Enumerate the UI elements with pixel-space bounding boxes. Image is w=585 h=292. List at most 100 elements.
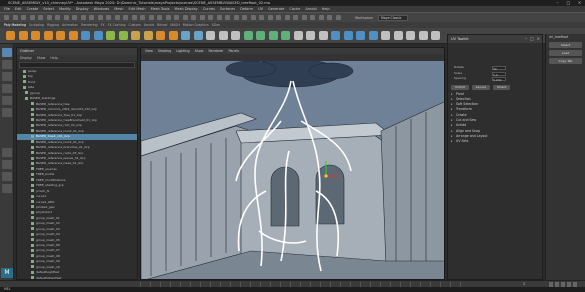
status-line-icon[interactable] [114, 15, 120, 20]
status-line-icon[interactable] [182, 15, 188, 20]
uv-action-button[interactable]: Layout [471, 84, 490, 90]
rotate-tool-icon[interactable] [2, 96, 12, 105]
status-line-icon[interactable] [21, 15, 26, 20]
shelf-tool-icon[interactable] [168, 31, 178, 40]
status-line-icon[interactable] [131, 15, 137, 20]
status-line-icon[interactable] [157, 15, 162, 20]
status-line-icon[interactable] [267, 15, 273, 20]
scale-tool-icon[interactable] [2, 108, 12, 117]
attribute-button[interactable]: Load [549, 50, 582, 56]
move-tool-icon[interactable] [2, 84, 12, 93]
single-perspective-layout-icon[interactable] [2, 148, 12, 157]
status-line-icon[interactable] [38, 15, 43, 20]
shelf-tool-icon[interactable] [306, 31, 315, 40]
status-line-icon[interactable] [29, 15, 35, 20]
shelf-tool-icon[interactable] [418, 31, 428, 40]
status-line-icon[interactable] [327, 15, 332, 20]
status-line-icon[interactable] [250, 15, 256, 20]
shelf-tool-icon[interactable] [318, 31, 328, 40]
shelf-tool-icon[interactable] [93, 31, 103, 40]
shelf-tool-icon[interactable] [393, 31, 403, 40]
shelf-tool-icon[interactable] [18, 31, 28, 40]
scene-render[interactable] [141, 61, 445, 280]
status-line-icon[interactable] [148, 15, 154, 20]
status-line-icon[interactable] [80, 15, 86, 20]
uv-field-input[interactable]: 0.002 [492, 77, 506, 82]
attribute-button[interactable]: Copy Tab [549, 58, 582, 64]
four-view-layout-icon[interactable] [2, 160, 12, 169]
panel-minimize-icon[interactable]: – [525, 36, 527, 41]
shelf-tool-icon[interactable] [331, 31, 340, 40]
uv-action-button[interactable]: Orient [492, 84, 511, 90]
command-line[interactable]: MEL [0, 287, 585, 292]
shelf-tool-icon[interactable] [106, 31, 115, 40]
status-line-icon[interactable] [293, 15, 298, 20]
shelf-tool-icon[interactable] [81, 31, 90, 40]
shelf-tool-icon[interactable] [381, 31, 390, 40]
panel-close-icon[interactable]: × [537, 36, 540, 41]
outliner-layout-icon[interactable] [2, 172, 12, 181]
outliner-menu-item[interactable]: Help [50, 55, 57, 61]
status-line-icon[interactable] [233, 15, 239, 20]
shelf-tool-icon[interactable] [206, 31, 215, 40]
shelf-tool-icon[interactable] [356, 31, 365, 40]
status-line-icon[interactable] [310, 15, 315, 20]
status-line-icon[interactable] [63, 15, 69, 20]
status-line-icon[interactable] [284, 15, 290, 20]
status-line-icon[interactable] [191, 15, 196, 20]
shelf-tool-icon[interactable] [6, 31, 15, 40]
status-line-icon[interactable] [123, 15, 128, 20]
outliner-menu-item[interactable]: Show [37, 55, 46, 61]
shelf-tool-icon[interactable] [118, 31, 128, 40]
paint-select-tool-icon[interactable] [2, 72, 12, 81]
lasso-tool-icon[interactable] [2, 60, 12, 69]
status-line-icon[interactable] [174, 15, 179, 20]
status-line-icon[interactable] [208, 15, 213, 20]
shelf-tool-icon[interactable] [268, 31, 278, 40]
uv-action-button[interactable]: Unfold [451, 84, 469, 90]
shelf-tool-icon[interactable] [156, 31, 165, 40]
shelf-tool-icon[interactable] [31, 31, 40, 40]
attribute-button[interactable]: Select [549, 42, 582, 48]
workspace-select[interactable]: Maya Classic [378, 15, 408, 21]
status-line-icon[interactable] [199, 15, 205, 20]
graph-layout-icon[interactable] [2, 184, 12, 193]
outliner-search-input[interactable] [19, 62, 135, 68]
status-line-icon[interactable] [276, 15, 281, 20]
status-line-icon[interactable] [72, 15, 77, 20]
status-line-icon[interactable] [259, 15, 264, 20]
status-line-icon[interactable] [216, 15, 222, 20]
shelf-tool-icon[interactable] [293, 31, 303, 40]
status-line-icon[interactable] [89, 15, 94, 20]
status-line-icon[interactable] [301, 15, 307, 20]
status-line-icon[interactable] [106, 15, 111, 20]
shelf-tool-icon[interactable] [131, 31, 140, 40]
shelf-tool-icon[interactable] [181, 31, 190, 40]
status-line-icon[interactable] [242, 15, 247, 20]
shelf-tool-icon[interactable] [243, 31, 253, 40]
shelf-tool-icon[interactable] [143, 31, 153, 40]
status-line-icon[interactable] [318, 15, 324, 20]
shelf-tool-icon[interactable] [256, 31, 265, 40]
shelf-tool-icon[interactable] [193, 31, 203, 40]
time-slider[interactable]: 1 [0, 280, 585, 287]
status-line-icon[interactable] [225, 15, 230, 20]
status-line-icon[interactable] [46, 15, 52, 20]
status-line-icon[interactable] [335, 15, 341, 20]
shelf-tool-icon[interactable] [68, 31, 78, 40]
status-line-icon[interactable] [97, 15, 103, 20]
shelf-tool-icon[interactable] [368, 31, 378, 40]
status-line-icon[interactable] [4, 15, 9, 20]
shelf-tool-icon[interactable] [218, 31, 228, 40]
shelf-tool-icon[interactable] [431, 31, 440, 40]
status-line-icon[interactable] [12, 15, 18, 20]
status-line-icon[interactable] [55, 15, 60, 20]
shelf-tool-icon[interactable] [43, 31, 53, 40]
status-line-icon[interactable] [140, 15, 145, 20]
uv-section-header[interactable]: UV Sets [448, 139, 542, 145]
panel-maximize-icon[interactable]: □ [530, 36, 534, 41]
viewport-panel[interactable]: View Shading Lighting Show Renderer Panels [140, 47, 445, 280]
shelf-tool-icon[interactable] [56, 31, 65, 40]
shelf-tool-icon[interactable] [406, 31, 415, 40]
shelf-tool-icon[interactable] [231, 31, 240, 40]
